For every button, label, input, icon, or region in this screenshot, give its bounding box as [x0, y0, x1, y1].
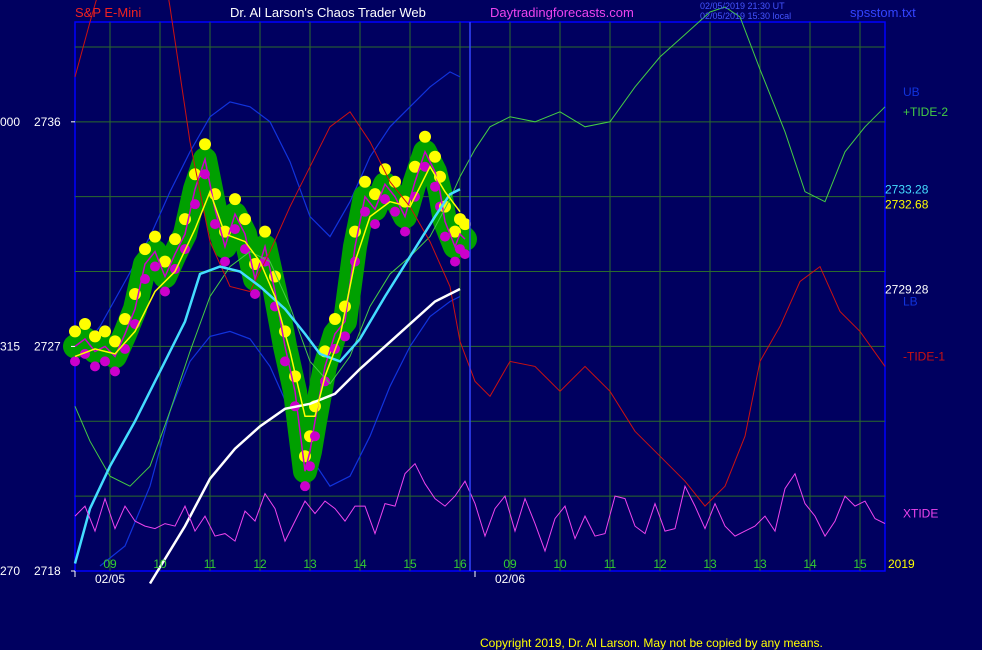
- file-name: spsstom.txt: [850, 5, 916, 20]
- right-label: UB: [903, 85, 920, 99]
- price-low-dot: [300, 481, 310, 492]
- price-high-dot: [389, 175, 401, 188]
- y-tick-left-label: 270: [0, 564, 20, 578]
- plot-frame: [74, 21, 886, 572]
- chaos-trader-chart: 000 2736 315 2727 270 2718 09 10 11 12 13 14 15 16 09 1…: [0, 0, 948, 586]
- x-tick-label: 10: [553, 557, 567, 571]
- price-low-dot: [70, 356, 80, 367]
- x-tick-label: 11: [604, 557, 617, 571]
- price-low-dot: [220, 256, 230, 267]
- right-label: LB: [903, 294, 918, 308]
- x-tick-label: 09: [103, 557, 117, 571]
- right-label: 2733.28: [885, 183, 929, 197]
- site-link[interactable]: Daytradingforecasts.com: [490, 6, 634, 20]
- price-high-dot: [379, 163, 391, 176]
- price-low-dot: [450, 256, 460, 267]
- price-low-dot: [460, 249, 470, 260]
- y-tick-left-label: 315: [0, 339, 20, 353]
- price-high-dot: [419, 130, 431, 143]
- price-high-dot: [69, 325, 81, 338]
- price-low-dot: [120, 343, 130, 354]
- price-low-dot: [90, 361, 100, 372]
- timestamp-local: 02/05/2019 15:30 local: [700, 11, 792, 21]
- xtide-layer: [74, 462, 886, 553]
- right-label: 2732.68: [885, 198, 929, 212]
- price-high-dot: [229, 193, 241, 206]
- tide-green-line: [74, 6, 886, 487]
- price-low-dot: [400, 226, 410, 237]
- tide-red-line: [74, 0, 886, 507]
- price-high-dot: [429, 150, 441, 163]
- price-high-dot: [459, 218, 471, 231]
- x-tick-label: 09: [503, 557, 517, 571]
- xtide-line: [74, 462, 886, 553]
- price-high-dot: [359, 175, 371, 188]
- price-high-dot: [139, 243, 151, 256]
- y-tick-label: 2718: [34, 564, 61, 578]
- x-tick-label: 12: [253, 557, 267, 571]
- y-tick-left-label: 000: [0, 115, 20, 129]
- x-tick-label: 15: [403, 557, 417, 571]
- x-tick-label: 13: [703, 557, 717, 571]
- x-tick-label: 11: [204, 557, 217, 571]
- price-high-dot: [149, 230, 161, 243]
- price-high-dot: [79, 317, 91, 330]
- right-label: +TIDE-2: [903, 105, 948, 119]
- y-tick-label: 2727: [34, 339, 61, 353]
- date-label: 02/05: [95, 572, 125, 586]
- brand-title: Dr. Al Larson's Chaos Trader Web: [230, 5, 426, 20]
- price-low-dot: [150, 261, 160, 272]
- y-tick-label: 2736: [34, 115, 61, 129]
- x-tick-label: 15: [853, 557, 867, 571]
- price-low-dot: [100, 356, 110, 367]
- price-layer: [63, 130, 477, 492]
- timestamp-ut: 02/05/2019 21:30 UT: [700, 1, 785, 11]
- x-tick-label: 13: [753, 557, 767, 571]
- year-label: 2019: [888, 557, 915, 571]
- x-tick-label: 12: [653, 557, 667, 571]
- x-tick-label: 14: [803, 557, 817, 571]
- price-low-dot: [440, 231, 450, 242]
- price-low-dot: [160, 286, 170, 297]
- x-tick-label: 14: [353, 557, 367, 571]
- price-low-dot: [250, 289, 260, 300]
- x-tick-label: 13: [303, 557, 317, 571]
- price-high-dot: [169, 233, 181, 246]
- x-tick-label: 16: [453, 557, 467, 571]
- price-low-dot: [110, 366, 120, 377]
- price-high-dot: [99, 325, 111, 338]
- price-low-dot: [340, 331, 350, 342]
- price-high-dot: [199, 138, 211, 151]
- grid: [75, 22, 885, 571]
- right-labels: UB+TIDE-22733.282732.682729.28LB-TIDE-1X…: [885, 85, 948, 521]
- x-tick-label: 10: [153, 557, 167, 571]
- price-low-dot: [390, 206, 400, 217]
- date-label: 02/06: [495, 572, 525, 586]
- price-low-dot: [370, 219, 380, 230]
- copyright-notice: Copyright 2019, Dr. Al Larson. May not b…: [480, 636, 823, 650]
- symbol-title: S&P E-Mini: [75, 5, 142, 20]
- price-high-dot: [259, 225, 271, 238]
- right-label: XTIDE: [903, 507, 938, 521]
- price-high-dot: [239, 213, 251, 226]
- price-high-dot: [329, 312, 341, 325]
- right-label: -TIDE-1: [903, 349, 945, 363]
